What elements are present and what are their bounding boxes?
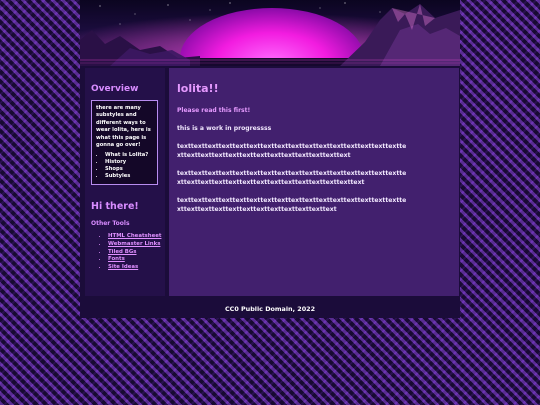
tools-list-item: Site Ideas [108, 264, 165, 272]
page-title: lolita!! [177, 82, 219, 95]
tools-list-item: HTML Cheatsheet [108, 233, 165, 241]
overview-note-text: there are many substyles and different w… [96, 105, 151, 149]
other-tools-list: HTML Cheatsheet Webmaster Links Tiled BG… [88, 233, 165, 271]
link-webmaster-links[interactable]: Webmaster Links [108, 241, 160, 247]
link-html-cheatsheet[interactable]: HTML Cheatsheet [108, 233, 161, 239]
sidebar: Overview there are many substyles and di… [85, 68, 165, 296]
list-item: What is Lolita? [105, 152, 153, 159]
body-paragraph: texttexttexttexttexttexttexttexttexttext… [177, 143, 407, 159]
list-item: Subtyles [105, 173, 153, 180]
other-tools-heading: Other Tools [91, 220, 130, 228]
link-tiled-bgs[interactable]: Tiled BGs [108, 249, 137, 255]
list-item: History [105, 159, 153, 166]
tools-list-item: Fonts [108, 256, 165, 264]
tools-list-item: Tiled BGs [108, 249, 165, 257]
synthwave-sunset-image [80, 0, 460, 66]
overview-note-box: there are many substyles and different w… [91, 100, 158, 186]
link-fonts[interactable]: Fonts [108, 256, 125, 262]
overview-topics-list: What is Lolita? History Shops Subtyles [96, 152, 153, 180]
list-item: Shops [105, 166, 153, 173]
read-first-notice: Please read this first! [177, 107, 251, 114]
greeting-heading: Hi there! [91, 201, 139, 213]
body-paragraph: texttexttexttexttexttexttexttexttexttext… [177, 197, 407, 213]
header-banner [80, 0, 460, 66]
footer-text: CC0 Public Domain, 2022 [224, 305, 316, 313]
page-container: Overview there are many substyles and di… [80, 0, 460, 318]
link-site-ideas[interactable]: Site Ideas [108, 264, 138, 270]
overview-heading: Overview [91, 84, 139, 94]
main-content: lolita!! Please read this first! this is… [169, 68, 459, 296]
body-paragraph: texttexttexttexttexttexttexttexttexttext… [177, 170, 407, 186]
tools-list-item: Webmaster Links [108, 241, 165, 249]
progress-note: this is a work in progressss [177, 125, 272, 132]
